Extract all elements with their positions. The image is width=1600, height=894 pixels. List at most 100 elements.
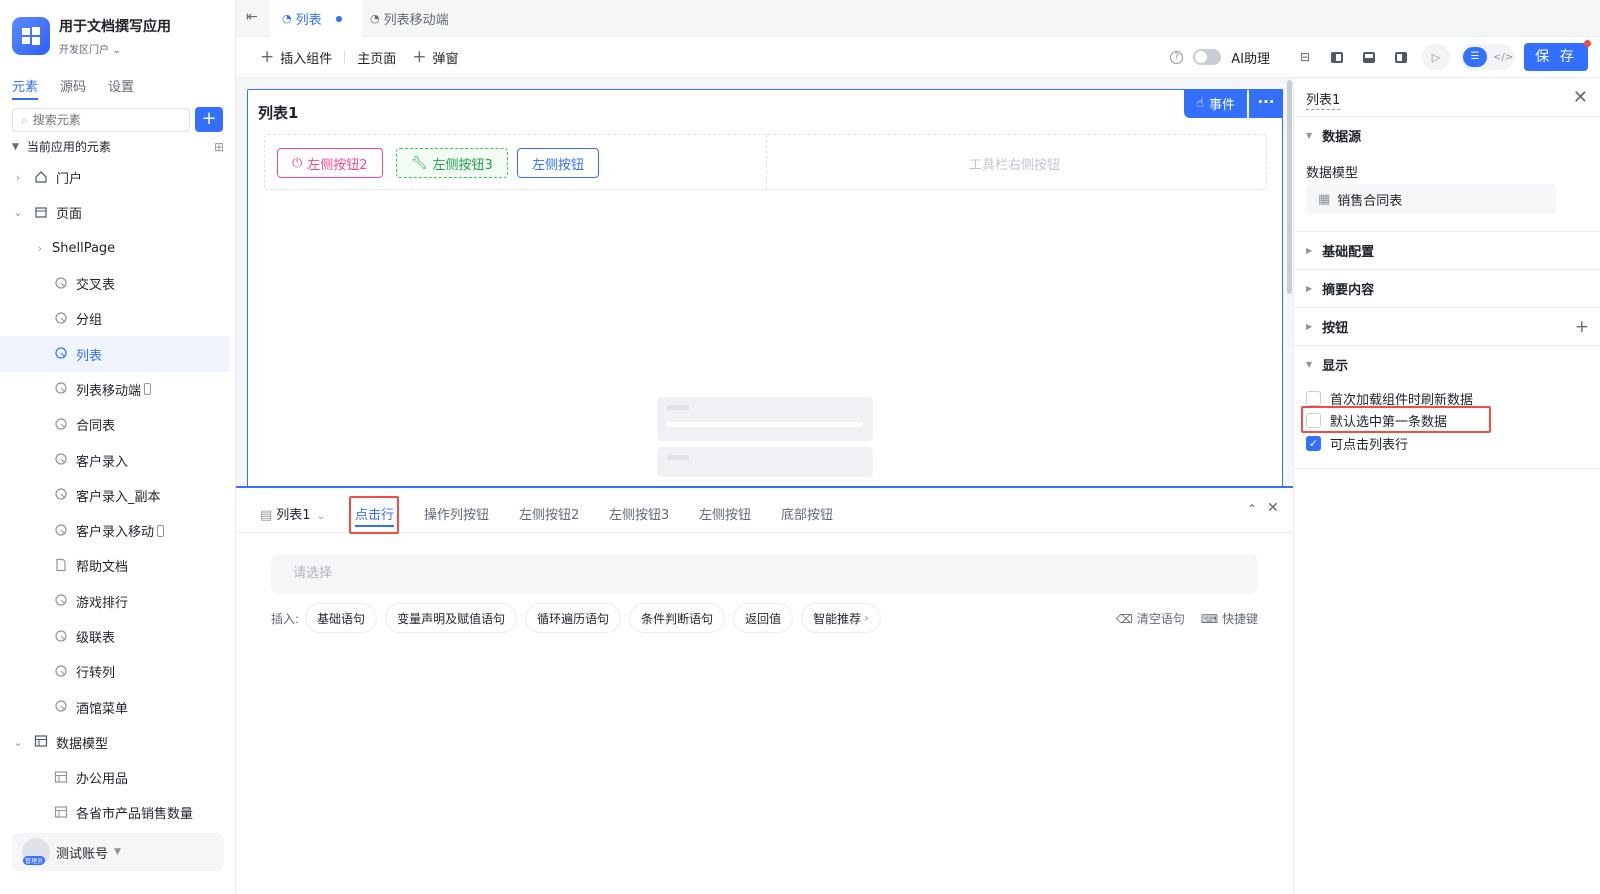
divider [1294,468,1600,469]
editor-toolbar: + 插入组件 主页面 + 弹窗 ? AI助理 ⊟ ▷ ☰ </> 保 存 [236,37,1600,78]
tree-node-row-to-col[interactable]: 行转列 [0,654,230,689]
chip-condition-statement[interactable]: 条件判断语句 [629,603,726,633]
tree-node-label: 酒馆菜单 [76,701,129,717]
tab-bottom-button[interactable]: 底部按钮 [781,504,833,523]
element-tree: › 门户 ⌄ 页面 › ShellPage 交叉表 分组 列表 列表移动端 合同… [0,160,230,831]
list-component[interactable]: 列表1 ☝ 事件 ··· ⏻ 左侧按钮2 🔧︎ 左侧按钮3 左侧按钮 工具栏右侧按钮 [247,89,1283,486]
user-menu[interactable]: 管理员 测试账号 ▼ [12,833,224,871]
component-actions: ☝ 事件 ··· [1184,89,1283,118]
section-datasource[interactable]: ▼ 数据源 [1294,116,1600,154]
main-page-button[interactable]: 主页面 [357,48,396,67]
left-button-2[interactable]: ⏻ 左侧按钮2 [277,148,383,178]
panel-title[interactable]: 列表1 [1306,89,1341,110]
chip-variable-statement[interactable]: 变量声明及赋值语句 [385,603,518,633]
tree-node-customer-mobile[interactable]: 客户录入移动 [0,513,230,548]
checkbox[interactable] [1306,391,1321,406]
action-select[interactable]: 请选择 [271,554,1258,594]
save-button[interactable]: 保 存 [1524,40,1591,71]
tree-node-cross[interactable]: 交叉表 [0,266,230,301]
tree-node-pages[interactable]: ⌄ 页面 [0,195,230,230]
locate-icon[interactable]: ⊞ [214,140,224,154]
checkbox-checked[interactable]: ✓ [1306,436,1321,451]
search-input[interactable] [32,113,173,127]
event-button[interactable]: ☝ 事件 [1184,89,1247,118]
chevron-up-icon[interactable]: ⌃ [1247,502,1257,516]
popup-button[interactable]: + 弹窗 [412,47,458,67]
tree-node-group[interactable]: 分组 [0,301,230,336]
portal-switcher[interactable]: 开发区门户 ⌄ [59,41,171,56]
page-tab-bar: ⇤ ◔ 列表 ◔ 列表移动端 [236,0,1600,37]
tab-elements[interactable]: 元素 [12,76,39,100]
design-canvas: 列表1 ☝ 事件 ··· ⏻ 左侧按钮2 🔧︎ 左侧按钮3 左侧按钮 工具栏右侧按钮 [236,78,1293,486]
tab-left-button[interactable]: 左侧按钮 [699,504,751,523]
tab-list[interactable]: ◔ 列表 [270,0,362,37]
tree-node-shellpage[interactable]: › ShellPage [0,231,230,266]
shortcut-button[interactable]: ⌨ 快捷键 [1201,610,1258,627]
add-element-button[interactable]: + [195,107,223,132]
left-panel-icon[interactable] [1326,46,1348,68]
chip-basic-statement[interactable]: 基础语句 [305,603,378,633]
more-button[interactable]: ··· [1249,89,1283,118]
popup-label: 弹窗 [432,51,459,67]
tree-node-contract[interactable]: 合同表 [0,407,230,442]
tab-settings[interactable]: 设置 [108,76,134,100]
section-display[interactable]: ▼ 显示 [1294,345,1600,383]
layout-icon[interactable]: ⊟ [1294,46,1316,68]
option-clickable-row[interactable]: ✓ 可点击列表行 [1306,434,1408,453]
bottom-panel-icon[interactable] [1358,46,1380,68]
add-button-icon[interactable]: + [1575,317,1589,337]
code-mode-icon[interactable]: </> [1493,52,1513,63]
right-buttons-placeholder: 工具栏右侧按钮 [969,158,1061,173]
tree-node-data-model[interactable]: ⌄ 数据模型 [0,725,230,760]
close-icon[interactable]: ✕ [1573,87,1588,108]
tree-node-list[interactable]: 列表 [0,336,230,372]
preview-play-icon[interactable]: ▷ [1422,44,1450,70]
tree-node-customer[interactable]: 客户录入 [0,442,230,477]
data-model-label: 数据模型 [1306,166,1359,181]
section-basic[interactable]: ▶ 基础配置 [1294,231,1600,269]
section-summary[interactable]: ▶ 摘要内容 [1294,269,1600,307]
tree-node-game[interactable]: 游戏排行 [0,584,230,619]
section-buttons[interactable]: ▶ 按钮 + [1294,307,1600,345]
chip-return-value[interactable]: 返回值 [733,603,794,633]
data-model-select[interactable]: ▦ 销售合同表 [1306,184,1556,214]
tree-node-list-mobile[interactable]: 列表移动端 [0,372,230,407]
clear-statement-button[interactable]: ⌫ 清空语句 [1116,610,1185,627]
tree-node-office[interactable]: 办公用品 [0,760,230,795]
tree-node-help[interactable]: 帮助文档 [0,548,230,583]
tab-left-button-2[interactable]: 左侧按钮2 [519,504,579,523]
design-mode-icon[interactable]: ☰ [1463,47,1487,67]
tab-action-column-button[interactable]: 操作列按钮 [424,504,489,523]
page-icon [54,452,70,468]
tab-left-button-3[interactable]: 左侧按钮3 [609,504,669,523]
tab-source[interactable]: 源码 [60,76,86,100]
collapse-sidebar-icon[interactable]: ⇤ [246,9,258,25]
sidebar-tabs: 元素 源码 设置 [12,76,134,100]
component-selector[interactable]: ▤ 列表1 ⌄ [260,504,325,523]
tree-node-portal[interactable]: › 门户 [0,160,230,195]
ai-toggle[interactable] [1193,49,1222,65]
pages-icon [34,205,50,221]
element-search[interactable]: ⌕ [12,108,190,132]
chevron-right-icon: › [15,171,21,185]
tree-header[interactable]: ▼ 当前应用的元素 ⊞ [12,138,224,155]
list-title: 列表1 [258,104,299,122]
chip-loop-statement[interactable]: 循环遍历语句 [525,603,622,633]
tree-node-cascade[interactable]: 级联表 [0,619,230,654]
tree-node-customer-copy[interactable]: 客户录入_副本 [0,478,230,513]
canvas-scrollbar[interactable] [1287,80,1292,294]
mode-switch[interactable]: ☰ </> [1460,44,1514,70]
chip-smart-recommend[interactable]: 智能推荐 › [801,603,881,633]
section-label: 数据源 [1322,130,1362,145]
close-icon[interactable]: ✕ [1267,500,1279,516]
help-icon[interactable]: ? [1170,50,1184,64]
tree-node-bar-menu[interactable]: 酒馆菜单 [0,689,230,724]
left-button[interactable]: 左侧按钮 [517,148,600,178]
tree-node-label: ShellPage [52,240,116,256]
insert-component-button[interactable]: + 插入组件 [260,47,332,67]
tree-node-province-sales[interactable]: 各省市产品销售数量 [0,795,230,830]
right-panel-icon[interactable] [1390,46,1412,68]
table-icon [54,805,70,821]
tab-list-mobile[interactable]: ◔ 列表移动端 [370,0,449,37]
left-button-3[interactable]: 🔧︎ 左侧按钮3 [396,148,508,178]
